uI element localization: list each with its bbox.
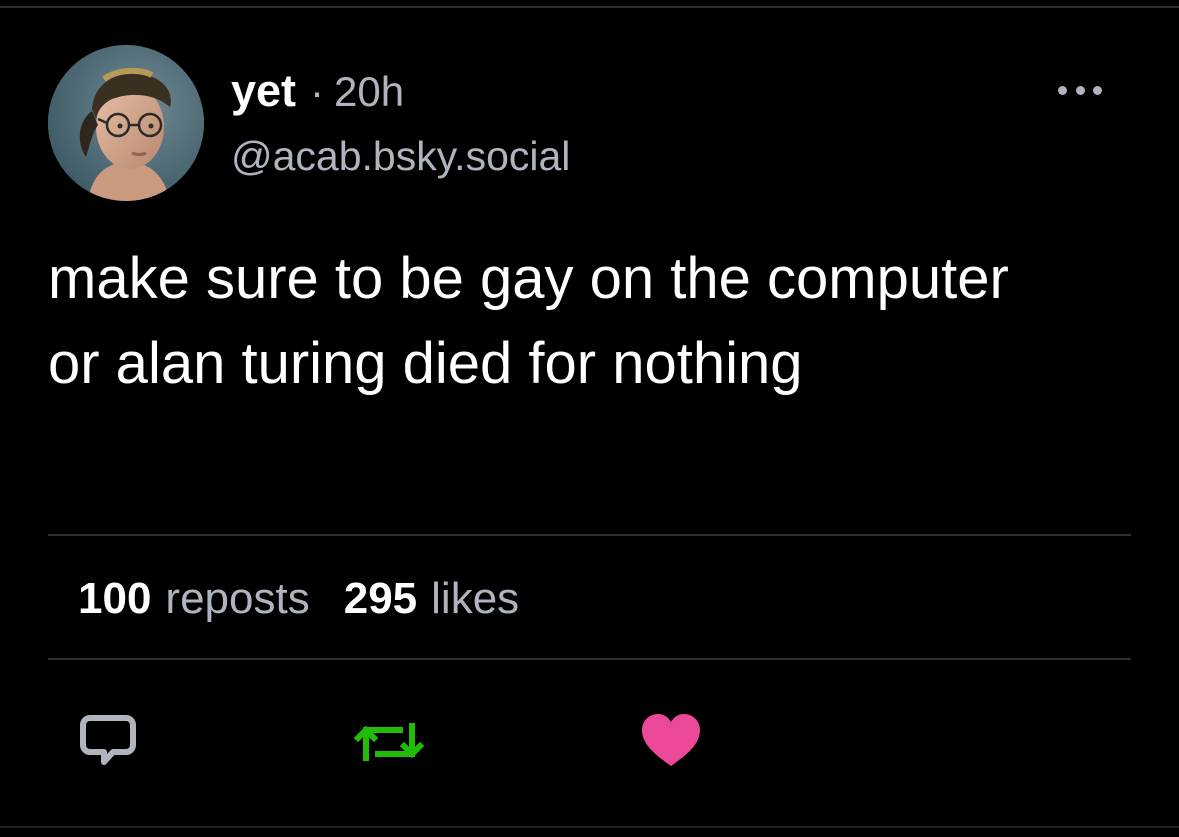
stats-bottom-divider (48, 658, 1131, 660)
speech-bubble-icon (80, 715, 136, 765)
heart-icon (642, 714, 700, 766)
header-separator: · (310, 68, 325, 115)
reposts-label: reposts (165, 574, 310, 623)
stats-top-divider (48, 534, 1131, 536)
top-divider (0, 6, 1179, 8)
post-body-text: make sure to be gay on the computer or a… (48, 246, 1009, 396)
post-timestamp[interactable]: 20h (334, 67, 404, 117)
author-display-name[interactable]: yet (231, 66, 296, 116)
reposts-stat[interactable]: 100 reposts (78, 572, 310, 626)
like-button[interactable] (640, 712, 702, 773)
bottom-divider (0, 826, 1179, 828)
likes-stat[interactable]: 295 likes (344, 572, 519, 626)
post-header: yet · 20h @acab.bsky.social (231, 66, 570, 181)
post-stats: 100 reposts 295 likes (78, 572, 519, 626)
ellipsis-icon (1075, 85, 1085, 95)
likes-count: 295 (343, 574, 418, 623)
repost-button[interactable] (353, 718, 426, 771)
reply-button[interactable] (80, 714, 136, 773)
ellipsis-icon (1058, 85, 1067, 95)
ellipsis-icon (1093, 85, 1102, 95)
author-avatar[interactable] (48, 45, 204, 201)
author-name-row: yet · 20h (231, 66, 570, 116)
repost-arrows-icon (353, 723, 425, 761)
likes-label: likes (431, 574, 520, 623)
avatar-image (48, 45, 204, 201)
reposts-count: 100 (78, 574, 152, 623)
more-options-button[interactable] (1058, 78, 1102, 102)
author-handle[interactable]: @acab.bsky.social (231, 131, 570, 181)
